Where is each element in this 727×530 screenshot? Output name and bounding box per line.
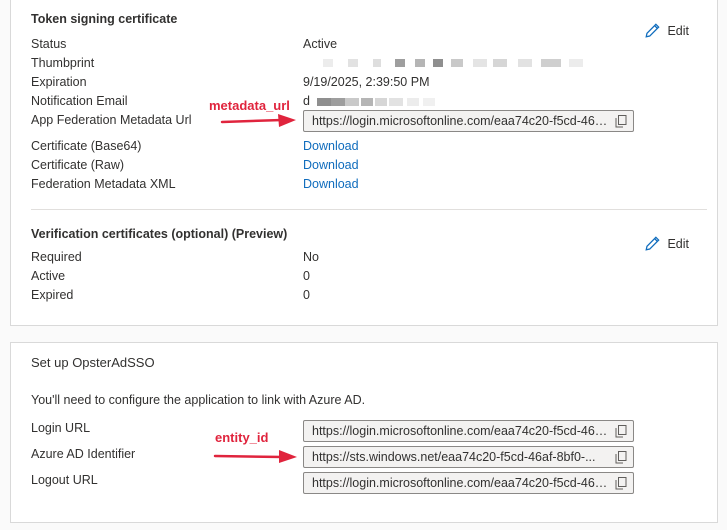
metadata-url-value: https://login.microsoftonline.com/eaa74c… xyxy=(312,114,609,128)
active-label: Active xyxy=(31,269,66,283)
setup-card: Set up OpsterAdSSO You'll need to config… xyxy=(10,342,718,523)
annotation-metadata-url: metadata_url xyxy=(209,98,290,113)
certificate-raw-label: Certificate (Raw) xyxy=(31,158,125,172)
annotation-arrow-entity-id xyxy=(213,450,297,463)
azure-ad-identifier-label: Azure AD Identifier xyxy=(31,447,136,461)
notification-email-text: d xyxy=(303,94,310,108)
status-value: Active xyxy=(303,37,338,51)
required-value: No xyxy=(303,250,319,264)
thumbprint-label: Thumbprint xyxy=(31,56,95,70)
copy-icon[interactable] xyxy=(609,476,633,490)
token-edit-button[interactable]: Edit xyxy=(644,22,689,39)
login-url-label: Login URL xyxy=(31,421,91,435)
metadata-url-field[interactable]: https://login.microsoftonline.com/eaa74c… xyxy=(303,110,634,132)
logout-url-label: Logout URL xyxy=(31,473,98,487)
token-edit-label: Edit xyxy=(667,23,689,38)
copy-icon[interactable] xyxy=(609,450,633,464)
federation-metadata-xml-download-link[interactable]: Download xyxy=(303,177,359,191)
expiration-value: 9/19/2025, 2:39:50 PM xyxy=(303,75,430,89)
logout-url-value: https://login.microsoftonline.com/eaa74c… xyxy=(312,476,609,490)
notification-email-label: Notification Email xyxy=(31,94,128,108)
email-redaction-mosaic xyxy=(317,97,436,106)
certificate-raw-download-link[interactable]: Download xyxy=(303,158,359,172)
setup-description: You'll need to configure the application… xyxy=(31,393,366,407)
certificate-base64-label: Certificate (Base64) xyxy=(31,139,142,153)
azure-ad-identifier-field[interactable]: https://sts.windows.net/eaa74c20-f5cd-46… xyxy=(303,446,634,468)
setup-section-title: Set up OpsterAdSSO xyxy=(31,355,155,370)
pencil-icon xyxy=(645,23,661,38)
token-section-title: Token signing certificate xyxy=(31,12,178,26)
required-label: Required xyxy=(31,250,82,264)
status-label: Status xyxy=(31,37,67,51)
login-url-field[interactable]: https://login.microsoftonline.com/eaa74c… xyxy=(303,420,634,442)
verification-section-title: Verification certificates (optional) (Pr… xyxy=(31,227,288,241)
verification-edit-label: Edit xyxy=(667,236,689,251)
notification-email-value: d xyxy=(303,94,445,108)
federation-metadata-xml-label: Federation Metadata XML xyxy=(31,177,176,191)
logout-url-field[interactable]: https://login.microsoftonline.com/eaa74c… xyxy=(303,472,634,494)
redaction-mosaic xyxy=(323,59,583,67)
annotation-entity-id: entity_id xyxy=(215,430,269,445)
copy-icon[interactable] xyxy=(609,424,633,438)
copy-icon[interactable] xyxy=(609,114,633,128)
azure-ad-identifier-value: https://sts.windows.net/eaa74c20-f5cd-46… xyxy=(312,450,596,464)
active-value: 0 xyxy=(303,269,310,283)
certificate-base64-download-link[interactable]: Download xyxy=(303,139,359,153)
verification-edit-button[interactable]: Edit xyxy=(644,235,689,252)
thumbprint-value-redacted xyxy=(303,56,593,70)
token-signing-card: Token signing certificate Edit Status Ac… xyxy=(10,0,718,326)
pencil-icon xyxy=(645,236,661,251)
metadata-url-label: App Federation Metadata Url xyxy=(31,113,192,127)
annotation-arrow-metadata-url xyxy=(220,114,296,127)
login-url-value: https://login.microsoftonline.com/eaa74c… xyxy=(312,424,609,438)
section-divider xyxy=(31,209,707,210)
expired-label: Expired xyxy=(31,288,74,302)
expired-value: 0 xyxy=(303,288,310,302)
expiration-label: Expiration xyxy=(31,75,87,89)
